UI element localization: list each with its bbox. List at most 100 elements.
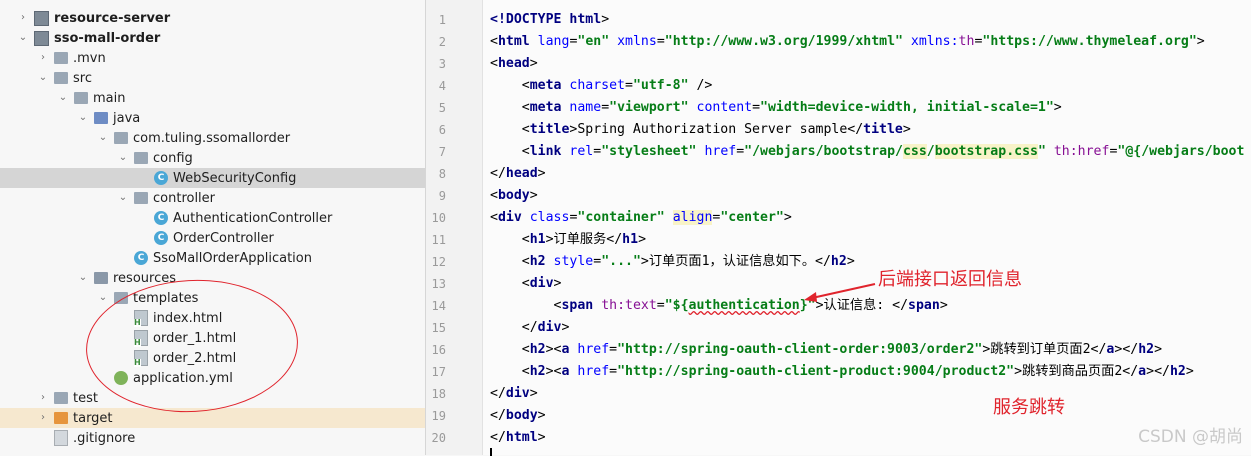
tree-item[interactable]: ⌄ com.tuling.ssomallorder — [0, 128, 425, 148]
line-number: 13 — [431, 277, 446, 291]
line-number: 10 — [431, 211, 446, 225]
folder-icon — [54, 392, 68, 404]
chevron-down-icon[interactable]: ⌄ — [78, 113, 88, 123]
tree-item[interactable]: ⌄ src — [0, 68, 425, 88]
module-folder-icon — [34, 30, 49, 46]
tree-item[interactable]: .gitignore — [0, 428, 425, 448]
gitignore-file-icon — [54, 430, 68, 446]
tree-item[interactable]: index.html — [0, 308, 425, 328]
tree-item-label: templates — [133, 290, 199, 306]
line-number: 11 — [431, 233, 446, 247]
tree-item[interactable]: ⌄ sso-mall-order — [0, 28, 425, 48]
tree-item[interactable]: ⌄ config — [0, 148, 425, 168]
tree-item[interactable]: ⌄ templates — [0, 288, 425, 308]
tree-item[interactable]: › test — [0, 388, 425, 408]
code-line: <title>Spring Authorization Server sampl… — [490, 122, 911, 137]
line-number: 8 — [438, 167, 446, 181]
tree-item-label: com.tuling.ssomallorder — [133, 130, 291, 146]
excluded-folder-icon — [54, 412, 68, 424]
chevron-down-icon[interactable]: ⌄ — [98, 133, 108, 143]
tree-item-label: sso-mall-order — [54, 30, 161, 46]
tree-item[interactable]: C AuthenticationController — [0, 208, 425, 228]
tree-item-label: src — [73, 70, 92, 86]
code-line: </div> — [490, 320, 570, 335]
folder-icon — [114, 292, 128, 304]
tree-item[interactable]: ⌄ resources — [0, 268, 425, 288]
code-line: <div class="container" align="center"> — [490, 210, 792, 225]
tree-item-label: .gitignore — [73, 430, 136, 446]
annotation-service-jump: 服务跳转 — [993, 397, 1065, 418]
tree-item[interactable]: ⌄ main — [0, 88, 425, 108]
chevron-right-icon[interactable]: › — [38, 413, 48, 423]
java-class-icon: C — [154, 171, 168, 185]
tree-item-label: main — [93, 90, 126, 106]
chevron-right-icon[interactable]: › — [38, 393, 48, 403]
html-file-icon — [134, 330, 148, 347]
line-number: 7 — [438, 145, 446, 159]
tree-item-label: SsoMallOrderApplication — [153, 250, 312, 266]
code-line: <body> — [490, 188, 538, 203]
line-number: 5 — [438, 101, 446, 115]
code-line: <meta name="viewport" content="width=dev… — [490, 100, 1062, 115]
line-number: 20 — [431, 431, 446, 445]
folder-icon — [54, 72, 68, 84]
resources-folder-icon — [94, 272, 108, 284]
chevron-down-icon[interactable]: ⌄ — [118, 193, 128, 203]
tree-item[interactable]: application.yml — [0, 368, 425, 388]
tree-item-label: application.yml — [133, 370, 233, 386]
chevron-down-icon[interactable]: ⌄ — [98, 293, 108, 303]
html-file-icon — [134, 350, 148, 367]
annotation-backend-info: 后端接口返回信息 — [878, 269, 1022, 290]
watermark: CSDN @胡尚 — [1138, 427, 1243, 447]
line-number: 15 — [431, 321, 446, 335]
code-line: <link rel="stylesheet" href="/webjars/bo… — [490, 144, 1245, 159]
line-number: 4 — [438, 79, 446, 93]
code-editor[interactable]: <!DOCTYPE html> <html lang="en" xmlns="h… — [483, 0, 1251, 455]
tree-item-label: target — [73, 410, 113, 426]
folder-icon — [74, 92, 88, 104]
line-number: 2 — [438, 35, 446, 49]
line-number: 18 — [431, 387, 446, 401]
line-number: 12 — [431, 255, 446, 269]
chevron-right-icon[interactable]: › — [38, 53, 48, 63]
code-line: </html> — [490, 430, 546, 445]
tree-item[interactable]: order_2.html — [0, 348, 425, 368]
tree-item[interactable]: C WebSecurityConfig — [0, 168, 425, 188]
tree-item[interactable]: C SsoMallOrderApplication — [0, 248, 425, 268]
chevron-down-icon[interactable]: ⌄ — [118, 153, 128, 163]
chevron-down-icon[interactable]: ⌄ — [78, 273, 88, 283]
line-number: 14 — [431, 299, 446, 313]
code-line: <h2><a href="http://spring-oauth-client-… — [490, 364, 1194, 379]
chevron-right-icon[interactable]: › — [18, 13, 28, 23]
tree-item-label: .mvn — [73, 50, 106, 66]
tree-item[interactable]: C OrderController — [0, 228, 425, 248]
code-line: </head> — [490, 166, 546, 181]
tree-item[interactable]: › target — [0, 408, 425, 428]
tree-item-label: OrderController — [173, 230, 274, 246]
chevron-down-icon[interactable]: ⌄ — [38, 73, 48, 83]
tree-item[interactable]: ⌄ java — [0, 108, 425, 128]
package-icon — [134, 192, 148, 204]
chevron-down-icon[interactable]: ⌄ — [58, 93, 68, 103]
code-line: <h2><a href="http://spring-oauth-client-… — [490, 342, 1163, 357]
tree-item[interactable]: › .mvn — [0, 48, 425, 68]
line-number: 3 — [438, 57, 446, 71]
code-line: <div> — [490, 276, 562, 291]
line-number: 6 — [438, 123, 446, 137]
tree-item[interactable]: ⌄ controller — [0, 188, 425, 208]
java-class-icon: C — [154, 231, 168, 245]
java-class-icon: C — [154, 211, 168, 225]
tree-item-label: resources — [113, 270, 177, 286]
chevron-down-icon[interactable]: ⌄ — [18, 33, 28, 43]
code-line: <head> — [490, 56, 538, 71]
tree-item[interactable]: order_1.html — [0, 328, 425, 348]
html-file-icon — [134, 310, 148, 327]
code-line: </div> — [490, 386, 538, 401]
tree-item[interactable]: › resource-server — [0, 8, 425, 28]
